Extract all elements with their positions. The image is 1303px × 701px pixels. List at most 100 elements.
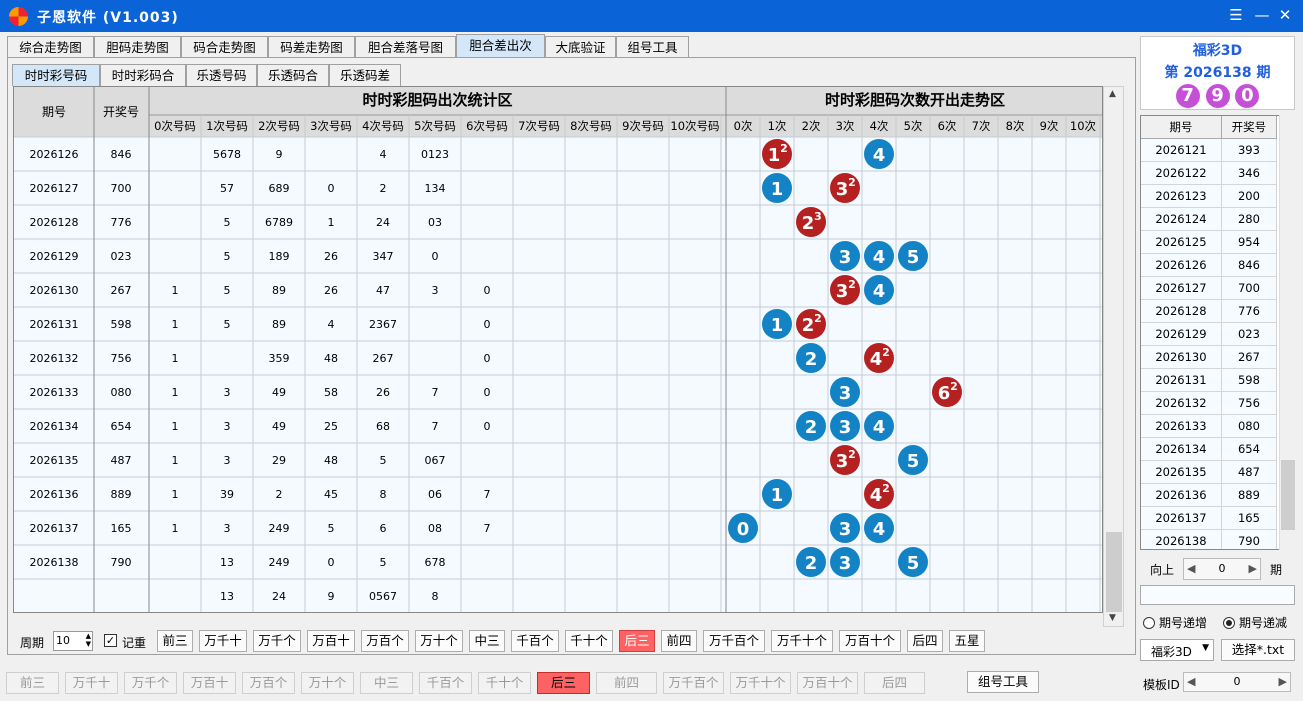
stat-cell: 24 [272, 590, 286, 603]
scroll-down-icon[interactable]: ▼ [1109, 613, 1116, 623]
tab-dan-trend[interactable]: 胆码走势图 [94, 36, 181, 58]
lottery-select[interactable]: 福彩3D ▼ [1140, 639, 1214, 661]
left-arrow-icon[interactable]: ◀ [1187, 559, 1195, 579]
position-button[interactable]: 后三 [537, 672, 590, 694]
subtab-ssc-he[interactable]: 时时彩码合 [100, 64, 186, 86]
list-issue: 2026135 [1141, 460, 1222, 484]
close-button[interactable]: ✕ [1274, 4, 1296, 26]
position-button[interactable]: 千十个 [478, 672, 531, 694]
position-button[interactable]: 千百个 [511, 630, 559, 652]
list-item[interactable]: 2026129 023 [1141, 322, 1278, 346]
grid-scrollbar[interactable]: ▲ ▼ [1103, 86, 1124, 627]
position-button[interactable]: 万百个 [242, 672, 295, 694]
position-button[interactable]: 前三 [6, 672, 59, 694]
stat-cell: 2367 [369, 318, 397, 331]
position-button[interactable]: 万千个 [253, 630, 301, 652]
position-button[interactable]: 万千十 [199, 630, 247, 652]
list-item[interactable]: 2026132 756 [1141, 391, 1278, 415]
minimize-button[interactable]: — [1251, 4, 1273, 26]
tab-he-trend[interactable]: 码合走势图 [181, 36, 268, 58]
position-button[interactable]: 前三 [157, 630, 193, 652]
list-item[interactable]: 2026128 776 [1141, 299, 1278, 323]
subtab-lotto-cha[interactable]: 乐透码差 [329, 64, 401, 86]
list-item[interactable]: 2026125 954 [1141, 230, 1278, 254]
position-button[interactable]: 前四 [596, 672, 657, 694]
position-button[interactable]: 中三 [469, 630, 505, 652]
position-button[interactable]: 万十个 [301, 672, 354, 694]
position-button[interactable]: 前四 [661, 630, 697, 652]
chevron-down-icon[interactable]: ▼ [1202, 643, 1209, 653]
position-button[interactable]: 万千百个 [703, 630, 765, 652]
list-item[interactable]: 2026131 598 [1141, 368, 1278, 392]
list-item[interactable]: 2026134 654 [1141, 437, 1278, 461]
list-item[interactable]: 2026137 165 [1141, 506, 1278, 530]
position-button[interactable]: 五星 [949, 630, 985, 652]
list-item[interactable]: 2026126 846 [1141, 253, 1278, 277]
position-button[interactable]: 中三 [360, 672, 413, 694]
list-item[interactable]: 2026130 267 [1141, 345, 1278, 369]
stat-cell: 03 [428, 216, 442, 229]
radio-selected-icon[interactable] [1223, 617, 1235, 629]
right-arrow-icon[interactable]: ▶ [1279, 673, 1287, 691]
position-button[interactable]: 万千个 [124, 672, 177, 694]
position-button[interactable]: 万百十个 [797, 672, 858, 694]
list-item[interactable]: 2026127 700 [1141, 276, 1278, 300]
menu-icon[interactable]: ☰ [1225, 4, 1247, 26]
template-spinner[interactable]: ◀ 0 ▶ [1183, 672, 1291, 692]
position-button[interactable]: 万千十个 [771, 630, 833, 652]
right-arrow-icon[interactable]: ▶ [1249, 559, 1257, 579]
period-spinner[interactable]: 10 ▲ ▼ [53, 631, 93, 651]
record-checkbox[interactable]: ✓ [104, 634, 117, 647]
list-item[interactable]: 2026124 280 [1141, 207, 1278, 231]
list-item[interactable]: 2026136 889 [1141, 483, 1278, 507]
info-field[interactable] [1140, 585, 1295, 605]
position-button[interactable]: 万百十 [183, 672, 236, 694]
stat-cell: 06 [428, 488, 442, 501]
position-button[interactable]: 万百十个 [839, 630, 901, 652]
position-button[interactable]: 万百十 [307, 630, 355, 652]
list-scrollbar[interactable] [1279, 115, 1295, 550]
stat-cell: 0 [484, 386, 491, 399]
trend-ball-superscript: 2 [950, 380, 958, 393]
trend-col-header: 2次 [802, 119, 821, 133]
list-scroll-thumb[interactable] [1281, 460, 1295, 530]
position-button[interactable]: 万千百个 [663, 672, 724, 694]
tab-dan-he-cha-count[interactable]: 胆合差出次 [456, 34, 545, 58]
position-button[interactable]: 千十个 [565, 630, 613, 652]
list-item[interactable]: 2026135 487 [1141, 460, 1278, 484]
order-dec-radio[interactable]: 期号递减 [1223, 614, 1287, 631]
offset-spinner[interactable]: ◀ 0 ▶ [1183, 558, 1261, 580]
group-tool-button[interactable]: 组号工具 [967, 671, 1039, 693]
tab-verify[interactable]: 大底验证 [545, 36, 616, 58]
order-inc-radio[interactable]: 期号递增 [1143, 614, 1207, 631]
position-button[interactable]: 万千十个 [730, 672, 791, 694]
list-item[interactable]: 2026122 346 [1141, 161, 1278, 185]
list-item[interactable]: 2026121 393 [1141, 138, 1278, 162]
stat-cell: 0 [484, 318, 491, 331]
position-button[interactable]: 万千十 [65, 672, 118, 694]
position-button[interactable]: 后四 [864, 672, 925, 694]
position-button[interactable]: 千百个 [419, 672, 472, 694]
list-item[interactable]: 2026123 200 [1141, 184, 1278, 208]
tab-dan-he-cha-drop[interactable]: 胆合差落号图 [355, 36, 456, 58]
position-button[interactable]: 后四 [907, 630, 943, 652]
position-button[interactable]: 万百个 [361, 630, 409, 652]
list-item[interactable]: 2026138 790 [1141, 529, 1278, 549]
trend-col-header: 1次 [768, 119, 787, 133]
spinner-arrows-icon[interactable]: ▲ ▼ [86, 632, 91, 648]
scroll-thumb[interactable] [1106, 532, 1122, 612]
tab-trend-all[interactable]: 综合走势图 [7, 36, 94, 58]
subtab-ssc-number[interactable]: 时时彩号码 [12, 64, 100, 86]
position-button[interactable]: 后三 [619, 630, 655, 652]
left-arrow-icon[interactable]: ◀ [1187, 673, 1195, 691]
trend-ball-superscript: 2 [882, 482, 890, 495]
tab-group-tool[interactable]: 组号工具 [616, 36, 689, 58]
position-button[interactable]: 万十个 [415, 630, 463, 652]
radio-icon[interactable] [1143, 617, 1155, 629]
subtab-lotto-he[interactable]: 乐透码合 [257, 64, 329, 86]
scroll-up-icon[interactable]: ▲ [1109, 89, 1116, 99]
select-file-button[interactable]: 选择*.txt [1221, 639, 1295, 661]
subtab-lotto-number[interactable]: 乐透号码 [186, 64, 257, 86]
list-item[interactable]: 2026133 080 [1141, 414, 1278, 438]
tab-cha-trend[interactable]: 码差走势图 [268, 36, 355, 58]
